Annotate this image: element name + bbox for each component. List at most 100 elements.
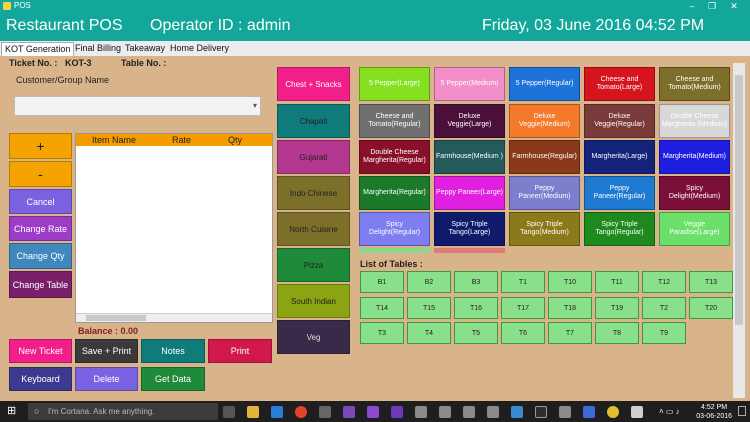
item-button[interactable]: 5 Pepper(Large)	[359, 67, 430, 101]
tab-final-billing[interactable]: Final Billing	[72, 42, 124, 56]
table-tile[interactable]: B3	[454, 271, 498, 293]
table-tile[interactable]: B2	[407, 271, 451, 293]
table-tile[interactable]: T8	[595, 322, 639, 344]
close-icon[interactable]: ✕	[724, 0, 744, 12]
change-rate-button[interactable]: Change Rate	[9, 216, 72, 241]
system-tray-icons[interactable]: ˄ ▭ ♪	[659, 407, 680, 416]
item-button[interactable]: Cheese and Tomato(Large)	[584, 67, 655, 101]
item-button[interactable]: Peppy Paneer(Medium)	[509, 176, 580, 210]
vertical-scrollbar[interactable]	[733, 63, 745, 398]
item-button[interactable]: Peppy Paneer(Large)	[434, 176, 505, 210]
table-tile[interactable]: T18	[548, 297, 592, 319]
chrome-icon[interactable]	[295, 406, 307, 418]
item-button[interactable]: Double Cheese Margherita (Medium)	[659, 104, 730, 138]
category-pizza[interactable]: Pizza	[277, 248, 350, 282]
print-button[interactable]: Print	[208, 339, 272, 363]
item-button[interactable]: Cheese and Tomato(Medium)	[659, 67, 730, 101]
app-icon[interactable]	[631, 406, 643, 418]
table-tile[interactable]: T1	[501, 271, 545, 293]
item-button[interactable]: Spicy Triple Tango(Regular)	[584, 212, 655, 246]
item-button[interactable]: Spicy Triple Tango(Large)	[434, 212, 505, 246]
item-button[interactable]: Farmhouse(Medium )	[434, 140, 505, 174]
item-button[interactable]: 5 Pepper(Medium)	[434, 67, 505, 101]
notes-button[interactable]: Notes	[141, 339, 205, 363]
maximize-icon[interactable]: ❐	[702, 0, 722, 12]
item-button[interactable]: Margherita(Large)	[584, 140, 655, 174]
customer-group-select[interactable]: ▾	[14, 96, 261, 116]
table-tile[interactable]: T6	[501, 322, 545, 344]
category-veg[interactable]: Veg	[277, 320, 350, 354]
task-view-icon[interactable]	[223, 406, 235, 418]
category-chapati[interactable]: Chapati	[277, 104, 350, 138]
item-button[interactable]: Spicy Delight(Regular)	[359, 212, 430, 246]
app-icon[interactable]	[559, 406, 571, 418]
cortana-search-box[interactable]: ○ I'm Cortana. Ask me anything.	[28, 403, 218, 420]
table-tile[interactable]: T12	[642, 271, 686, 293]
decrease-qty-button[interactable]: -	[9, 161, 72, 187]
category-gujarati[interactable]: Gujarati	[277, 140, 350, 174]
new-ticket-button[interactable]: New Ticket	[9, 339, 72, 363]
table-tile[interactable]: T3	[360, 322, 404, 344]
item-button[interactable]: Farmhouse(Regular)	[509, 140, 580, 174]
scrollbar-thumb[interactable]	[86, 315, 146, 321]
file-explorer-icon[interactable]	[247, 406, 259, 418]
tool-icon[interactable]	[487, 406, 499, 418]
visual-studio-icon[interactable]	[367, 406, 379, 418]
table-tile[interactable]: T5	[454, 322, 498, 344]
tab-takeaway[interactable]: Takeaway	[122, 42, 168, 56]
app-icon[interactable]	[511, 406, 523, 418]
category-chest-snacks[interactable]: Chest + Snacks	[277, 67, 350, 101]
get-data-button[interactable]: Get Data	[141, 367, 205, 391]
change-table-button[interactable]: Change Table	[9, 271, 72, 298]
item-button[interactable]: Margherita(Regular)	[359, 176, 430, 210]
category-indo-chinese[interactable]: Indo Chinese	[277, 176, 350, 210]
app-icon[interactable]	[535, 406, 547, 418]
tool-icon[interactable]	[415, 406, 427, 418]
scrollbar-thumb[interactable]	[735, 75, 743, 325]
category-north-cuisine[interactable]: North Cuisine	[277, 212, 350, 246]
table-tile[interactable]: T14	[360, 297, 404, 319]
taskbar-clock[interactable]: 4:52 PM 03-06-2016	[696, 403, 732, 421]
item-button[interactable]: Cheese and Tomato(Regular)	[359, 104, 430, 138]
save-print-button[interactable]: Save + Print	[75, 339, 138, 363]
table-tile[interactable]: T9	[642, 322, 686, 344]
table-tile[interactable]: B1	[360, 271, 404, 293]
cancel-button[interactable]: Cancel	[9, 189, 72, 214]
change-qty-button[interactable]: Change Qty	[9, 243, 72, 269]
item-button[interactable]: Margherita(Medium)	[659, 140, 730, 174]
order-items-grid[interactable]: Item Name Rate Qty	[75, 133, 273, 323]
item-button-partial[interactable]	[434, 248, 505, 253]
app-icon[interactable]	[343, 406, 355, 418]
item-button[interactable]: Deluxe Veggie(Regular)	[584, 104, 655, 138]
tool-icon[interactable]	[463, 406, 475, 418]
table-tile[interactable]: T15	[407, 297, 451, 319]
item-button[interactable]: Veggie Paradise(Large)	[659, 212, 730, 246]
item-button-partial[interactable]	[359, 248, 430, 253]
tab-home-delivery[interactable]: Home Delivery	[167, 42, 232, 56]
item-button[interactable]: Spicy Delight(Medium)	[659, 176, 730, 210]
item-button[interactable]: Deluxe Veggie(Large)	[434, 104, 505, 138]
pos-app-icon[interactable]	[607, 406, 619, 418]
windows-start-icon[interactable]: ⊞	[7, 406, 18, 417]
table-tile[interactable]: T17	[501, 297, 545, 319]
table-tile[interactable]: T7	[548, 322, 592, 344]
item-button[interactable]: Double Cheese Margherita(Regular)	[359, 140, 430, 174]
tab-kot-generation[interactable]: KOT Generation	[1, 42, 75, 56]
increase-qty-button[interactable]: +	[9, 133, 72, 159]
table-tile[interactable]: T11	[595, 271, 639, 293]
item-button[interactable]: Deluxe Veggie(Medium)	[509, 104, 580, 138]
table-tile[interactable]: T19	[595, 297, 639, 319]
horizontal-scrollbar[interactable]	[76, 313, 272, 322]
tool-icon[interactable]	[439, 406, 451, 418]
edge-icon[interactable]	[271, 406, 283, 418]
table-tile[interactable]: T10	[548, 271, 592, 293]
item-button[interactable]: Peppy Paneer(Regular)	[584, 176, 655, 210]
table-tile[interactable]: T13	[689, 271, 733, 293]
category-south-indian[interactable]: South Indian	[277, 284, 350, 318]
table-tile[interactable]: T4	[407, 322, 451, 344]
table-tile[interactable]: T2	[642, 297, 686, 319]
visual-studio-icon[interactable]	[391, 406, 403, 418]
notifications-icon[interactable]	[738, 406, 746, 416]
minimize-icon[interactable]: –	[682, 0, 702, 12]
store-icon[interactable]	[319, 406, 331, 418]
